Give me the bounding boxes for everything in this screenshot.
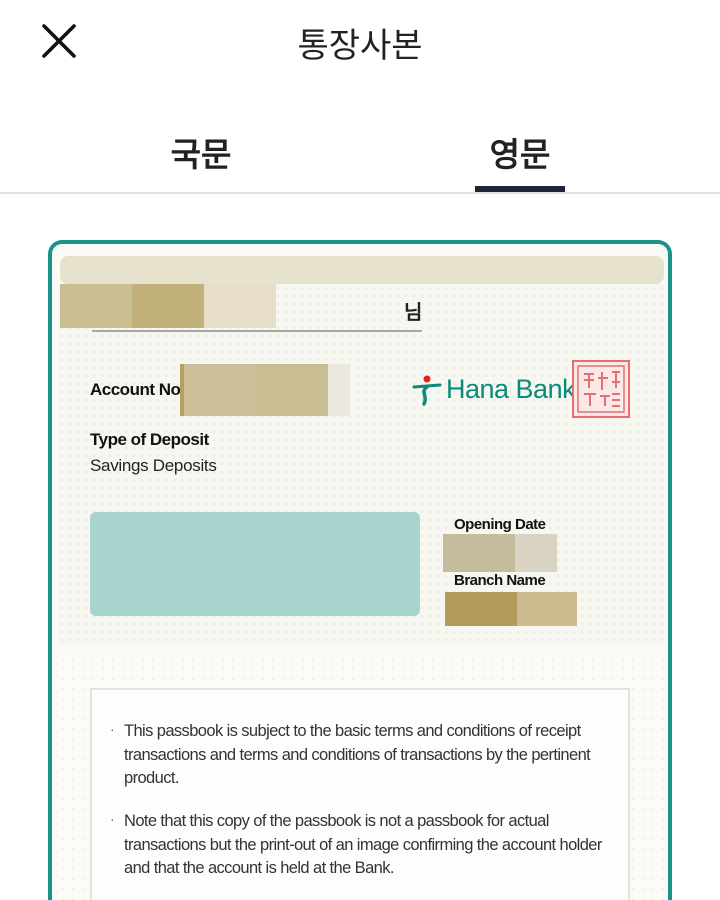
notice-box: · This passbook is subject to the basic … bbox=[90, 688, 630, 900]
header: 통장사본 bbox=[0, 0, 720, 80]
tab-korean[interactable]: 국문 bbox=[141, 128, 261, 176]
bank-name: Hana Bank bbox=[446, 374, 576, 404]
redacted-branch-name bbox=[445, 592, 577, 626]
branch-name-label: Branch Name bbox=[454, 572, 546, 589]
bank-seal-icon bbox=[572, 360, 630, 418]
bullet-icon: · bbox=[110, 811, 115, 827]
notice-text: This passbook is subject to the basic te… bbox=[124, 722, 591, 787]
opening-date-label: Opening Date bbox=[454, 516, 546, 533]
account-holder-highlight-box bbox=[90, 512, 420, 616]
notice-text: Note that this copy of the passbook is n… bbox=[124, 812, 602, 877]
type-of-deposit-value: Savings Deposits bbox=[90, 456, 217, 475]
redacted-name bbox=[60, 284, 276, 328]
redacted-account-number bbox=[180, 364, 350, 416]
tab-bar: 국문 영문 bbox=[0, 110, 720, 194]
bullet-icon: · bbox=[110, 721, 115, 737]
card-top-bar bbox=[60, 256, 664, 284]
name-underline bbox=[92, 330, 422, 332]
name-suffix: 님 bbox=[404, 300, 423, 324]
notice-item: · This passbook is subject to the basic … bbox=[110, 720, 604, 791]
passbook-card: 님 Account No. Type of Deposit Savings De… bbox=[48, 240, 672, 900]
notice-item: · Note that this copy of the passbook is… bbox=[110, 810, 604, 881]
redacted-opening-date bbox=[443, 534, 557, 572]
page-title: 통장사본 bbox=[297, 26, 423, 66]
hana-logo-icon bbox=[412, 375, 442, 406]
type-of-deposit-label: Type of Deposit bbox=[90, 430, 209, 449]
account-number-label: Account No. bbox=[90, 380, 185, 399]
tab-active-indicator bbox=[475, 186, 565, 192]
tab-english[interactable]: 영문 bbox=[460, 128, 580, 176]
